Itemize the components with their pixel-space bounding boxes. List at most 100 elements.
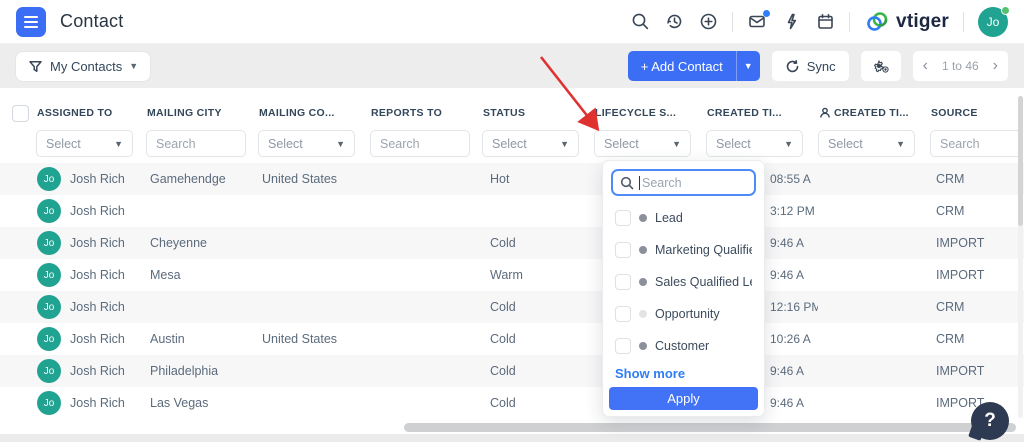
dropdown-option[interactable]: Customer [609, 330, 758, 362]
prev-page-button[interactable]: ‹ [923, 58, 928, 74]
dropdown-option[interactable]: Opportunity [609, 298, 758, 330]
option-label: Marketing Qualifie... [655, 243, 752, 257]
sync-button[interactable]: Sync [772, 51, 849, 81]
column-header-reports-to[interactable]: REPORTS TO [370, 96, 482, 130]
dropdown-option[interactable]: Lead [609, 202, 758, 234]
column-header-created-time[interactable]: CREATED TI... [706, 96, 818, 130]
divider [849, 12, 850, 32]
list-settings-button[interactable] [861, 51, 901, 81]
add-record-icon[interactable] [698, 12, 718, 32]
option-label: Customer [655, 339, 709, 353]
filter-select-mailing-country[interactable]: Select▼ [258, 130, 355, 157]
assigned-to-name: Josh Rich [70, 364, 125, 378]
column-header-lifecycle-stage[interactable]: LIFECYCLE S... [594, 96, 706, 130]
filter-search-source[interactable] [930, 130, 1022, 157]
assigned-to-cell: JoJosh Rich [36, 359, 146, 383]
pagination: ‹ 1 to 46 › [913, 51, 1008, 81]
option-label: Opportunity [655, 307, 720, 321]
column-header-mailing-city[interactable]: MAILING CITY [146, 96, 258, 130]
status-cell: Hot [482, 172, 594, 186]
status-cell: Warm [482, 268, 594, 282]
mailing-city-cell: Cheyenne [146, 236, 258, 250]
show-more-link[interactable]: Show more [609, 362, 758, 387]
sync-icon [785, 59, 800, 74]
filter-select-status[interactable]: Select▼ [482, 130, 579, 157]
dropdown-option[interactable]: Marketing Qualifie... [609, 234, 758, 266]
table-row[interactable]: JoJosh RichGamehendgeUnited StatesHot08:… [0, 163, 1024, 195]
filter-select-lifecycle-stage[interactable]: Select▼ [594, 130, 691, 157]
mailing-city-cell: Mesa [146, 268, 258, 282]
table-row[interactable]: JoJosh RichMesaWarm9:46 AIMPORT [0, 259, 1024, 291]
funnel-icon [28, 59, 43, 74]
table-row[interactable]: JoJosh RichPhiladelphiaCold9:46 AIMPORT [0, 355, 1024, 387]
dropdown-option[interactable]: Sales Qualified Le... [609, 266, 758, 298]
assigned-to-name: Josh Rich [70, 236, 125, 250]
avatar-initials: Jo [987, 15, 1000, 29]
filter-select-created-time[interactable]: Select▼ [706, 130, 803, 157]
option-stage-dot [639, 342, 647, 350]
filter-search-mailing-city[interactable] [146, 130, 246, 157]
table-row[interactable]: JoJosh RichLas VegasCold9:46 AIMPORT [0, 387, 1024, 419]
select-all-checkbox[interactable] [12, 105, 29, 122]
source-cell: CRM [930, 172, 1024, 186]
table-row[interactable]: JoJosh Rich3:12 PMCRM [0, 195, 1024, 227]
next-page-button[interactable]: › [993, 58, 998, 74]
list-filter-label: My Contacts [50, 59, 122, 74]
option-checkbox[interactable] [615, 306, 631, 322]
filter-select-assigned-to[interactable]: Select▼ [36, 130, 133, 157]
inbox-icon[interactable] [747, 12, 767, 32]
help-button[interactable]: ? [971, 402, 1009, 440]
table-row[interactable]: JoJosh RichCheyenneCold9:46 AIMPORT [0, 227, 1024, 259]
calendar-icon[interactable] [815, 12, 835, 32]
source-cell: IMPORT [930, 268, 1024, 282]
hamburger-menu-button[interactable] [16, 7, 46, 37]
column-header-status[interactable]: STATUS [482, 96, 594, 130]
option-checkbox[interactable] [615, 210, 631, 226]
inbox-badge [763, 10, 770, 17]
option-checkbox[interactable] [615, 242, 631, 258]
dropdown-search-input[interactable]: Search [611, 169, 756, 196]
column-header-created-time-2[interactable]: CREATED TI... [818, 96, 930, 130]
pagination-range: 1 to 46 [942, 59, 979, 73]
vtiger-logo[interactable]: vtiger [864, 10, 949, 34]
add-contact-button[interactable]: + Add Contact [628, 51, 736, 81]
option-checkbox[interactable] [615, 274, 631, 290]
person-icon [819, 107, 831, 119]
column-header-source[interactable]: SOURCE [930, 96, 1024, 130]
history-icon[interactable] [664, 12, 684, 32]
filter-search-reports-to[interactable] [370, 130, 470, 157]
option-label: Sales Qualified Le... [655, 275, 752, 289]
option-stage-dot [639, 246, 647, 254]
mailing-city-cell: Philadelphia [146, 364, 258, 378]
source-cell: CRM [930, 300, 1024, 314]
column-header-mailing-country[interactable]: MAILING CO... [258, 96, 370, 130]
source-cell: IMPORT [930, 236, 1024, 250]
add-contact-dropdown-toggle[interactable]: ▼ [736, 51, 760, 81]
vertical-scrollbar-thumb[interactable] [1018, 96, 1023, 226]
lifecycle-filter-dropdown: Search Lead Marketing Qualifie... Sales Qu… [602, 160, 765, 417]
option-stage-dot [639, 310, 647, 318]
horizontal-scrollbar-thumb[interactable] [404, 423, 1016, 432]
option-stage-dot [639, 278, 647, 286]
list-filter-button[interactable]: My Contacts ▼ [16, 52, 150, 81]
top-bar: Contact vtiger [0, 0, 1024, 44]
chevron-down-icon: ▼ [114, 139, 123, 149]
apply-button[interactable]: Apply [609, 387, 758, 410]
actions-bolt-icon[interactable] [781, 12, 801, 32]
option-checkbox[interactable] [615, 338, 631, 354]
table-body: JoJosh RichGamehendgeUnited StatesHot08:… [0, 163, 1024, 419]
status-cell: Cold [482, 396, 594, 410]
filter-select-created-time-2[interactable]: Select▼ [818, 130, 915, 157]
assigned-to-cell: JoJosh Rich [36, 263, 146, 287]
table-row[interactable]: JoJosh RichAustinUnited StatesCold10:26 … [0, 323, 1024, 355]
avatar: Jo [37, 167, 61, 191]
mailing-country-cell: United States [258, 332, 370, 346]
table-row[interactable]: JoJosh RichCold12:16 PMCRM [0, 291, 1024, 323]
divider [963, 12, 964, 32]
user-avatar[interactable]: Jo [978, 7, 1008, 37]
column-header-assigned-to[interactable]: ASSIGNED TO [36, 96, 146, 130]
brand-wordmark: vtiger [896, 11, 949, 33]
search-icon[interactable] [630, 12, 650, 32]
mailing-city-cell: Gamehendge [146, 172, 258, 186]
assigned-to-cell: JoJosh Rich [36, 199, 146, 223]
